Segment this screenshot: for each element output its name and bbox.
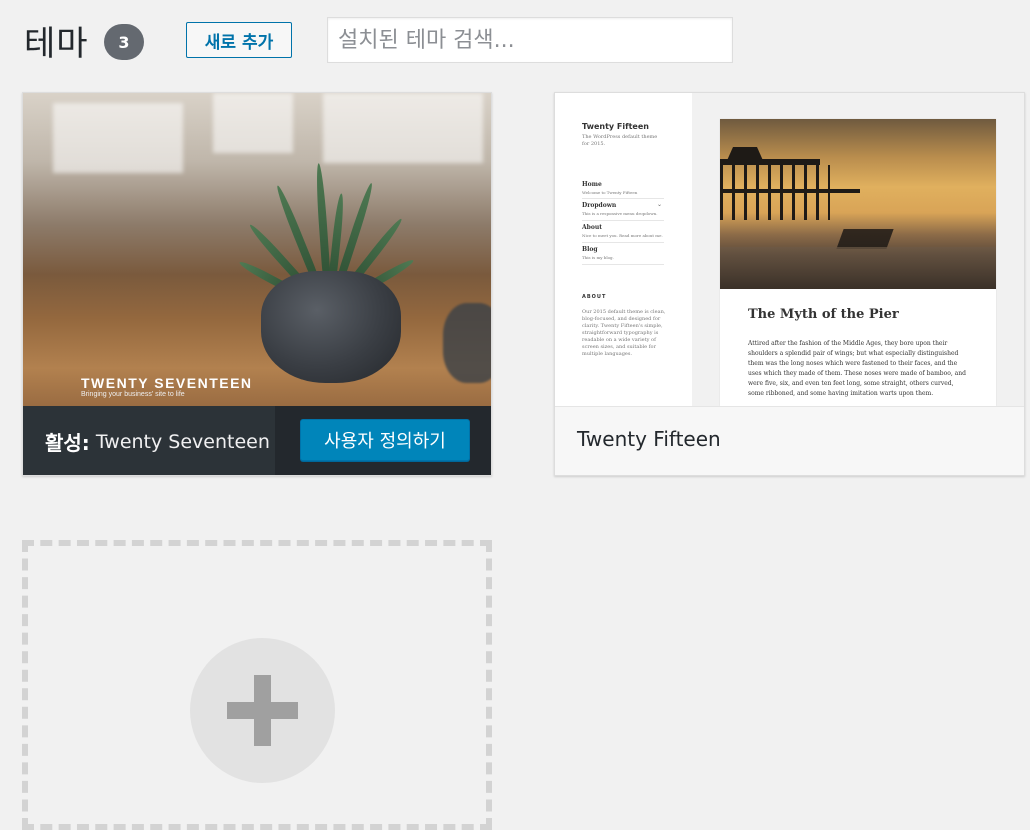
add-new-button[interactable]: 새로 추가	[186, 22, 292, 58]
active-theme-label: 활성: Twenty Seventeen	[23, 406, 275, 475]
theme-card-twenty-fifteen[interactable]: Twenty Fifteen The WordPress default the…	[554, 92, 1025, 476]
about-heading: ABOUT	[582, 294, 607, 300]
theme-name: Twenty Seventeen	[95, 430, 270, 453]
screenshot-tagline: Bringing your business' site to life	[81, 391, 185, 398]
menu-item-label: Blog	[582, 246, 598, 253]
theme-count-badge: 3	[104, 24, 144, 60]
window-light	[323, 93, 483, 163]
window-light	[213, 93, 293, 153]
theme-card-twenty-seventeen[interactable]: TWENTY SEVENTEEN Bringing your business'…	[22, 92, 492, 476]
chevron-down-icon: ⌄	[657, 201, 663, 208]
post-excerpt: Attired after the fashion of the Middle …	[748, 340, 966, 397]
screenshot-post: The Myth of the Pier Attired after the f…	[720, 119, 996, 406]
menu-item-desc: This is my blog.	[582, 255, 614, 260]
menu-item-label: About	[582, 224, 602, 231]
theme-name-bar: Twenty Fifteen	[555, 406, 1024, 475]
screenshot-site-title: TWENTY SEVENTEEN	[81, 375, 253, 391]
menu-item-label: Home	[582, 181, 602, 188]
about-text: Our 2015 default theme is clean, blog-fo…	[582, 309, 666, 357]
page-title: 테마	[24, 24, 89, 64]
post-title: The Myth of the Pier	[748, 307, 899, 322]
background-plant	[443, 303, 491, 383]
add-new-theme-card[interactable]	[22, 540, 492, 830]
menu-item-desc: Welcome to Twenty Fifteen	[582, 190, 638, 195]
menu-item-desc: This is a responsive menu dropdown.	[582, 211, 658, 216]
search-themes-input[interactable]	[327, 17, 733, 63]
customize-button[interactable]: 사용자 정의하기	[300, 419, 470, 461]
add-theme-circle[interactable]	[190, 638, 335, 783]
screenshot-site-title: Twenty Fifteen	[582, 122, 649, 131]
post-featured-image	[720, 119, 996, 289]
theme-name-bar: 활성: Twenty Seventeen 사용자 정의하기	[23, 406, 491, 475]
screenshot-sidebar: Twenty Fifteen The WordPress default the…	[555, 93, 692, 406]
active-prefix: 활성:	[45, 431, 90, 455]
plant-pot	[261, 271, 401, 383]
theme-name: Twenty Fifteen	[577, 427, 721, 451]
menu-item-label: Dropdown	[582, 202, 617, 209]
theme-screenshot[interactable]: Twenty Fifteen The WordPress default the…	[555, 93, 1024, 406]
screenshot-site-desc: The WordPress default theme for 2015.	[582, 134, 658, 147]
window-light	[53, 103, 183, 173]
theme-screenshot[interactable]: TWENTY SEVENTEEN Bringing your business'…	[23, 93, 491, 406]
menu-item-desc: Nice to meet you. Read more about me.	[582, 233, 663, 238]
